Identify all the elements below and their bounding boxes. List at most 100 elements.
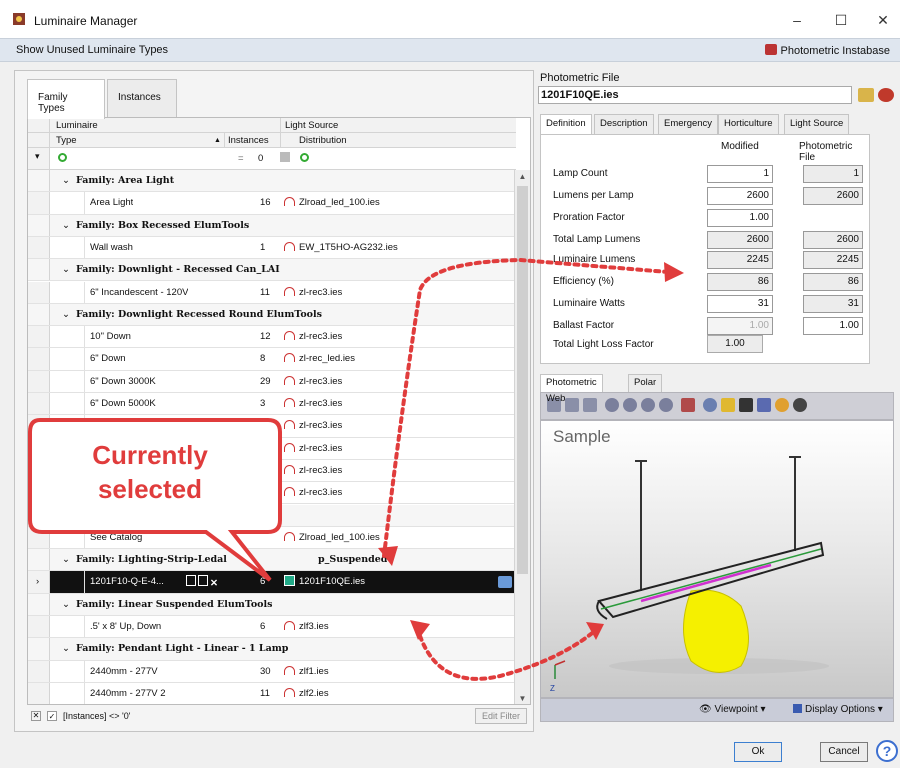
family-row[interactable]: ⌄ Family: Box Recessed ElumTools <box>28 214 516 237</box>
modified-field[interactable]: 1 <box>707 165 773 183</box>
type-cell[interactable]: 1201F10-Q-E-4... <box>90 571 164 592</box>
distribution-filter-icon[interactable] <box>280 148 290 169</box>
table-row[interactable]: 10" Down 12 zl-rec3.ies <box>28 326 516 349</box>
tab-horticulture[interactable]: Horticulture <box>718 114 779 134</box>
distribution-cell[interactable]: zl-rec3.ies <box>284 438 342 459</box>
show-unused-types-button[interactable]: Show Unused Luminaire Types <box>16 44 168 56</box>
distribution-cell[interactable]: EW_1T5HO-AG232.ies <box>284 237 398 258</box>
scroll-up-icon[interactable]: ▲ <box>515 170 530 184</box>
distribution-cell[interactable]: zl-rec3.ies <box>284 460 342 481</box>
close-button[interactable]: ✕ <box>866 8 900 32</box>
maximize-button[interactable]: ☐ <box>824 8 858 32</box>
type-cell[interactable]: 6" Down 5000K <box>90 393 156 414</box>
photometric-file-field[interactable]: 1.00 <box>803 317 863 335</box>
chevron-down-icon[interactable]: ⌄ <box>62 259 70 280</box>
distribution-cell[interactable]: zl-rec3.ies <box>284 326 342 347</box>
type-cell[interactable]: 2440mm - 277V <box>90 661 158 682</box>
table-row[interactable]: See Catalog Zlroad_led_100.ies <box>28 526 516 550</box>
type-cell[interactable]: 10" Down <box>90 326 131 347</box>
instabase-download-icon[interactable] <box>878 88 894 102</box>
light-icon[interactable] <box>721 398 735 412</box>
distribution-cell[interactable]: zl-rec_led.ies <box>284 348 355 369</box>
distribution-cell[interactable]: zl-rec3.ies <box>284 371 342 392</box>
tab-instances[interactable]: Instances <box>107 79 177 117</box>
rotate-z-icon[interactable] <box>659 398 673 412</box>
table-row[interactable]: 6" Down 3000K 29 zl-rec3.ies <box>28 370 516 393</box>
type-column-header[interactable]: Type <box>56 133 77 147</box>
distribution-cell[interactable]: zlf2.ies <box>284 683 329 704</box>
instances-filter-op[interactable]: = <box>238 148 244 169</box>
type-cell[interactable]: See Catalog <box>90 527 142 548</box>
view-side-icon[interactable] <box>565 398 579 412</box>
person-icon[interactable] <box>739 398 753 412</box>
browse-ies-icon[interactable] <box>498 576 512 589</box>
modified-field[interactable]: 2600 <box>707 231 773 249</box>
distribution-cell[interactable]: zl-rec3.ies <box>284 482 342 503</box>
scroll-down-icon[interactable]: ▼ <box>515 692 530 704</box>
tab-description[interactable]: Description <box>594 114 654 134</box>
view-top-icon[interactable] <box>583 398 597 412</box>
distribution-cell[interactable]: 1201F10QE.ies <box>284 571 365 592</box>
table-row[interactable]: 2440mm - 277V 30 zlf1.ies <box>28 660 516 683</box>
table-row[interactable]: Wall wash 1 EW_1T5HO-AG232.ies <box>28 236 516 260</box>
chevron-down-icon[interactable]: ⌄ <box>62 215 70 236</box>
tab-family-types[interactable]: Family Types <box>27 79 105 119</box>
distribution-column-header[interactable]: Distribution <box>280 133 347 147</box>
clear-filter-icon[interactable]: ✕ <box>31 711 41 721</box>
chevron-down-icon[interactable]: ⌄ <box>62 549 70 570</box>
family-row[interactable]: ⌄ Family: Downlight - Recessed Can_LAI <box>28 259 516 282</box>
family-row[interactable]: ⌄ Family: Pendant Light - Linear - 1 Lamp <box>28 638 516 661</box>
row-action-icons[interactable]: ✕ <box>184 571 218 592</box>
type-cell[interactable]: Area Light <box>90 192 133 213</box>
table-row[interactable]: zl-rec3.ies <box>28 415 516 438</box>
edit-icon[interactable] <box>198 575 208 587</box>
instances-column-header[interactable]: Instances <box>224 133 269 147</box>
distribution-cell[interactable]: Zlroad_led_100.ies <box>284 527 380 548</box>
type-cell[interactable]: 6" Down <box>90 348 126 369</box>
family-row[interactable]: ⌄ dustries-Sterling-XSE <box>28 504 516 527</box>
photometric-file-field[interactable]: 1201F10QE.ies <box>538 86 852 104</box>
help-button[interactable]: ? <box>876 740 898 762</box>
type-cell[interactable]: .5' x 8' Up, Down <box>90 616 161 637</box>
tab-light-source[interactable]: Light Source <box>784 114 850 134</box>
distribution-cell[interactable]: zl-rec3.ies <box>284 393 342 414</box>
walk-icon[interactable] <box>757 398 771 412</box>
chevron-down-icon[interactable]: ⌄ <box>62 505 70 526</box>
table-row[interactable]: 6" Down 8 zl-rec_led.ies <box>28 348 516 371</box>
type-cell[interactable]: 6" Down 3000K <box>90 371 156 392</box>
chevron-down-icon[interactable]: ⌄ <box>62 170 70 191</box>
filter-enabled-checkbox[interactable]: ✓ <box>47 711 57 721</box>
tllf-field[interactable]: 1.00 <box>707 335 763 353</box>
distribution-filter-add-icon[interactable] <box>300 148 309 169</box>
family-row[interactable]: ⌄ Family: Downlight Recessed Round ElumTo… <box>28 303 516 327</box>
tab-photometric-web[interactable]: Photometric Web <box>540 374 603 404</box>
browse-folder-icon[interactable] <box>858 88 874 102</box>
distribution-cell[interactable]: zl-rec3.ies <box>284 282 342 303</box>
photometric-instabase-button[interactable]: Photometric Instabase <box>764 44 890 57</box>
selected-row[interactable]: › 1201F10-Q-E-4... ✕ 6 1201F10QE.ies <box>28 571 516 594</box>
scroll-thumb[interactable] <box>517 186 528 574</box>
rotate-y-icon[interactable] <box>641 398 655 412</box>
rotate-icon[interactable] <box>605 398 619 412</box>
minimize-button[interactable]: – <box>780 8 814 32</box>
type-filter-icon[interactable] <box>58 148 67 169</box>
modified-field[interactable]: 1.00 <box>707 209 773 227</box>
family-row[interactable]: ⌄ Family: Linear Suspended ElumTools <box>28 593 516 616</box>
chevron-down-icon[interactable]: ⌄ <box>62 594 70 615</box>
type-cell[interactable]: 2440mm - 277V 2 <box>90 683 166 704</box>
distribution-cell[interactable]: zl-rec3.ies <box>284 415 342 436</box>
table-row[interactable]: 2440mm - 277V 2 11 zlf2.ies <box>28 682 516 704</box>
zoom-icon[interactable] <box>703 398 717 412</box>
grid-scrollbar[interactable]: ▲ ▼ <box>514 170 530 704</box>
delete-icon[interactable]: ✕ <box>210 573 218 589</box>
tab-polar-plot[interactable]: Polar Plot <box>628 374 663 404</box>
chevron-down-icon[interactable]: ⌄ <box>62 304 70 325</box>
distribution-cell[interactable]: Zlroad_led_100.ies <box>284 192 380 213</box>
edit-filter-button[interactable]: Edit Filter <box>474 708 527 724</box>
cancel-button[interactable]: Cancel <box>820 742 868 762</box>
viewpoint-menu[interactable]: 👁 Viewpoint ▾ <box>699 704 765 715</box>
display-options-menu[interactable]: Display Options ▾ <box>793 704 883 715</box>
table-row[interactable]: Area Light 16 Zlroad_led_100.ies <box>28 192 516 215</box>
pan-icon[interactable] <box>681 398 695 412</box>
photometric-viewport[interactable]: Sample Z <box>540 420 894 698</box>
